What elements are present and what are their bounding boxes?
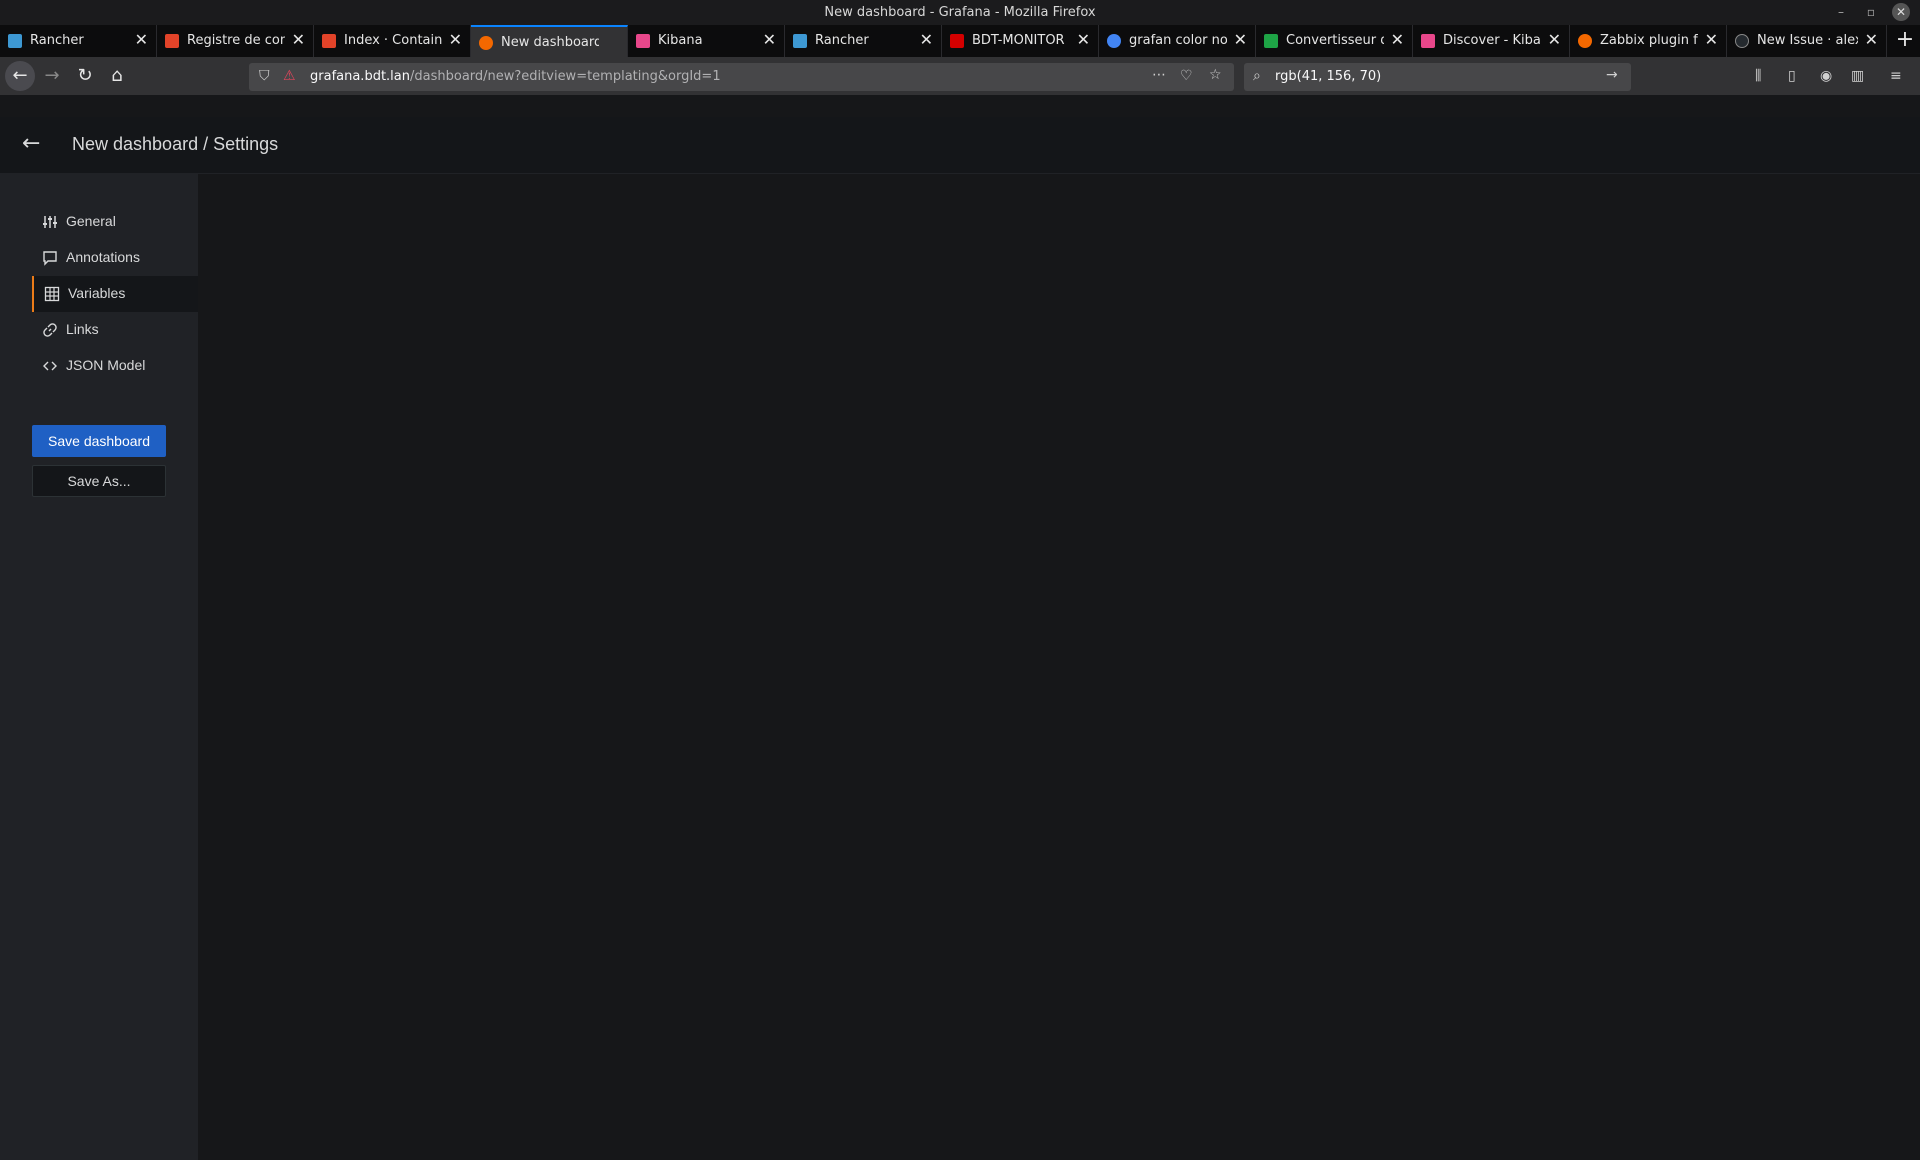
- close-tab-icon[interactable]: ✕: [1548, 31, 1561, 49]
- extensions-icon[interactable]: ▥: [1851, 68, 1864, 84]
- url-host: grafana.bdt.lan: [310, 69, 410, 84]
- search-icon: ⌕: [1253, 68, 1261, 84]
- close-tab-icon[interactable]: ✕: [292, 31, 305, 49]
- settings-content-area: [198, 174, 1920, 1160]
- menu-item-general[interactable]: General: [32, 204, 198, 240]
- browser-tab-active[interactable]: New dashboard: [471, 25, 628, 57]
- menu-label: General: [66, 213, 116, 229]
- bookmark-star-icon[interactable]: ☆: [1209, 67, 1222, 83]
- browser-tab[interactable]: Registre de cont ✕: [157, 25, 314, 57]
- account-icon[interactable]: ◉: [1820, 68, 1832, 84]
- close-tab-icon[interactable]: ✕: [1865, 31, 1878, 49]
- url-text[interactable]: grafana.bdt.lan/dashboard/new?editview=t…: [310, 69, 721, 84]
- link-icon: [43, 323, 57, 337]
- hamburger-menu-icon[interactable]: ≡: [1890, 68, 1902, 84]
- zabbix-icon: [950, 34, 964, 48]
- browser-tab[interactable]: Index · Containe ✕: [314, 25, 471, 57]
- converter-icon: [1264, 34, 1278, 48]
- tab-label: Rancher: [815, 33, 869, 48]
- home-icon[interactable]: ⌂: [102, 61, 132, 91]
- close-tab-icon[interactable]: ✕: [449, 31, 462, 49]
- library-icon[interactable]: ⫼: [1755, 68, 1761, 84]
- window-title: New dashboard - Grafana - Mozilla Firefo…: [824, 5, 1096, 20]
- tab-label: Discover - Kiban: [1443, 33, 1541, 48]
- minimize-icon[interactable]: –: [1832, 3, 1850, 21]
- tab-label: Rancher: [30, 33, 84, 48]
- browser-tab[interactable]: Rancher ✕: [785, 25, 942, 57]
- close-tab-icon[interactable]: ✕: [1391, 31, 1404, 49]
- rancher-icon: [8, 34, 22, 48]
- close-tab-icon[interactable]: ✕: [1077, 31, 1090, 49]
- close-tab-icon[interactable]: ✕: [135, 31, 148, 49]
- close-tab-icon[interactable]: ✕: [920, 31, 933, 49]
- gitlab-icon: [165, 34, 179, 48]
- close-window-icon[interactable]: ✕: [1892, 3, 1910, 21]
- browser-tab[interactable]: Kibana ✕: [628, 25, 785, 57]
- menu-label: JSON Model: [66, 357, 146, 373]
- sidebar-icon[interactable]: ▯: [1788, 68, 1796, 84]
- browser-tab[interactable]: grafan color no ✕: [1099, 25, 1256, 57]
- tab-label: BDT-MONITOR: [972, 33, 1065, 48]
- tab-label: Registre de cont: [187, 33, 285, 48]
- url-bar[interactable]: ⛉ ⚠ grafana.bdt.lan/dashboard/new?editvi…: [249, 63, 1234, 91]
- save-as-button[interactable]: Save As...: [32, 465, 166, 497]
- reload-icon[interactable]: ↻: [70, 61, 100, 91]
- menu-label: Links: [66, 321, 99, 337]
- tab-label: New dashboard: [501, 35, 599, 50]
- back-arrow-icon[interactable]: ←: [5, 61, 35, 91]
- kibana-icon: [1421, 34, 1435, 48]
- rancher-icon: [793, 34, 807, 48]
- back-arrow-icon[interactable]: ←: [22, 131, 40, 156]
- window-titlebar: New dashboard - Grafana - Mozilla Firefo…: [0, 0, 1920, 25]
- menu-item-annotations[interactable]: Annotations: [32, 240, 198, 276]
- tab-label: grafan color no: [1129, 33, 1227, 48]
- forward-arrow-icon[interactable]: →: [37, 61, 67, 91]
- browser-tab[interactable]: BDT-MONITOR ✕: [942, 25, 1099, 57]
- browser-tab[interactable]: Convertisseur d ✕: [1256, 25, 1413, 57]
- comment-icon: [43, 251, 57, 266]
- close-tab-icon[interactable]: ✕: [763, 31, 776, 49]
- shield-icon[interactable]: ⛉: [259, 68, 270, 84]
- page-title: New dashboard / Settings: [72, 134, 279, 154]
- grafana-icon: [479, 36, 493, 50]
- tab-label: Zabbix plugin fo: [1600, 33, 1698, 48]
- tab-label: New Issue · alex: [1757, 33, 1858, 48]
- table-icon: [44, 286, 60, 302]
- sliders-icon: [43, 216, 57, 228]
- page-header: ← New dashboard / Settings: [0, 117, 1920, 174]
- tab-label: Convertisseur d: [1286, 33, 1384, 48]
- search-bar[interactable]: ⌕ rgb(41, 156, 70) →: [1244, 63, 1631, 91]
- new-tab-icon[interactable]: +: [1890, 25, 1920, 57]
- navigation-toolbar: ← → ↻ ⌂ ⛉ ⚠ grafana.bdt.lan/dashboard/ne…: [0, 57, 1920, 95]
- github-icon: [1735, 34, 1749, 48]
- maximize-icon[interactable]: ▫: [1862, 3, 1880, 21]
- kibana-icon: [636, 34, 650, 48]
- browser-tab[interactable]: Discover - Kiban ✕: [1413, 25, 1570, 57]
- search-go-icon[interactable]: →: [1606, 67, 1618, 83]
- search-input[interactable]: rgb(41, 156, 70): [1275, 69, 1381, 84]
- gitlab-icon: [322, 34, 336, 48]
- pocket-icon[interactable]: ♡: [1180, 68, 1193, 84]
- insecure-lock-icon[interactable]: ⚠: [283, 68, 296, 84]
- tab-strip: Rancher ✕ Registre de cont ✕ Index · Con…: [0, 25, 1920, 57]
- grafana-icon: [1578, 34, 1592, 48]
- more-actions-icon[interactable]: ⋯: [1152, 67, 1166, 83]
- menu-item-variables[interactable]: Variables: [32, 276, 198, 312]
- close-tab-icon[interactable]: ✕: [1234, 31, 1247, 49]
- settings-sidebar: General Annotations Variables Links JSON…: [0, 174, 198, 1160]
- code-icon: [43, 361, 57, 371]
- menu-item-json-model[interactable]: JSON Model: [32, 348, 198, 384]
- url-path: /dashboard/new?editview=templating&orgId…: [410, 69, 721, 84]
- menu-label: Variables: [68, 285, 126, 301]
- browser-tab[interactable]: Zabbix plugin fo ✕: [1570, 25, 1727, 57]
- tab-label: Index · Containe: [344, 33, 442, 48]
- tab-label: Kibana: [658, 33, 703, 48]
- close-tab-icon[interactable]: ✕: [1705, 31, 1718, 49]
- menu-item-links[interactable]: Links: [32, 312, 198, 348]
- google-icon: [1107, 34, 1121, 48]
- save-dashboard-button[interactable]: Save dashboard: [32, 425, 166, 457]
- browser-tab[interactable]: New Issue · alex ✕: [1727, 25, 1887, 57]
- menu-label: Annotations: [66, 249, 140, 265]
- browser-tab[interactable]: Rancher ✕: [0, 25, 157, 57]
